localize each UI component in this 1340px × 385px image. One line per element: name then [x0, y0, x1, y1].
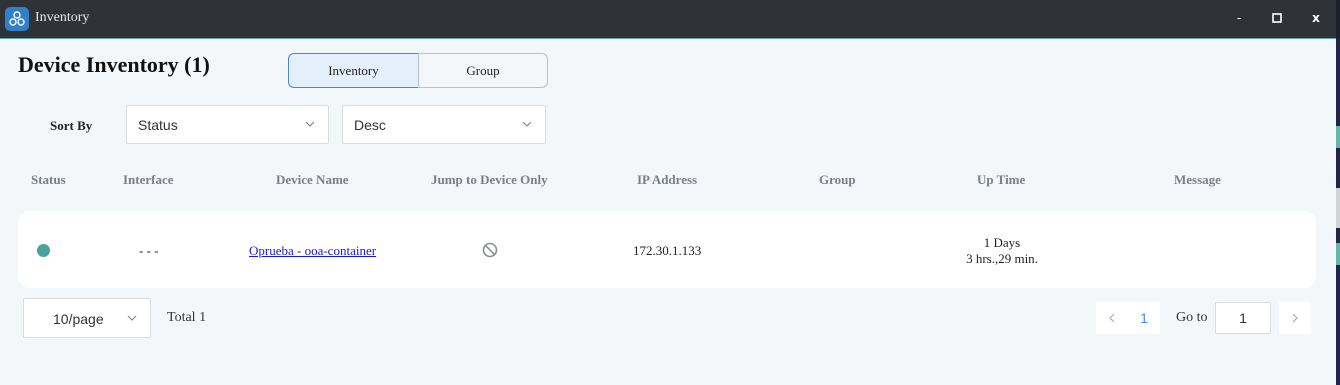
interface-cell: - - - [139, 243, 159, 258]
page-number-1[interactable]: 1 [1128, 302, 1160, 334]
column-header-device-name[interactable]: Device Name [276, 172, 349, 188]
column-header-jump-to-device[interactable]: Jump to Device Only [431, 172, 548, 188]
page-size-select[interactable]: 10/page [23, 298, 151, 338]
page-size-value: 10/page [53, 311, 104, 327]
column-header-ip-address[interactable]: IP Address [637, 172, 697, 188]
tab-inventory[interactable]: Inventory [288, 53, 419, 88]
up-time-cell: 1 Days 3 hrs.,29 min. [932, 235, 1072, 267]
app-icon [5, 7, 29, 31]
chevron-down-icon [522, 121, 532, 127]
sort-field-select[interactable]: Status [126, 105, 329, 144]
tab-group[interactable]: Group [418, 53, 548, 88]
chevron-right-icon [1292, 313, 1298, 323]
column-header-up-time[interactable]: Up Time [977, 172, 1025, 188]
chevron-left-icon [1109, 313, 1115, 323]
prev-page-button[interactable] [1096, 302, 1128, 334]
maximize-button[interactable] [1265, 8, 1289, 28]
column-header-status[interactable]: Status [31, 172, 66, 188]
up-time-days: 1 Days [983, 235, 1021, 250]
title-bar: Inventory - x [0, 0, 1336, 39]
inventory-window: Inventory - x Device Inventory (1) Inven… [0, 0, 1336, 385]
minimize-button[interactable]: - [1227, 8, 1251, 28]
goto-label: Go to [1176, 310, 1208, 325]
chevron-down-icon [127, 315, 137, 321]
sort-order-value: Desc [354, 117, 386, 133]
total-count: Total 1 [167, 310, 207, 325]
chevron-down-icon [305, 121, 315, 127]
goto-page-input[interactable]: 1 [1215, 302, 1271, 334]
column-header-interface[interactable]: Interface [123, 172, 174, 188]
next-page-button[interactable] [1279, 302, 1311, 334]
page-title: Device Inventory (1) [18, 52, 210, 77]
close-button[interactable]: x [1304, 8, 1328, 28]
sort-order-select[interactable]: Desc [342, 105, 546, 144]
column-header-message[interactable]: Message [1174, 172, 1221, 188]
ban-icon[interactable] [482, 242, 498, 258]
desktop-background [1336, 38, 1340, 385]
up-time-hours: 3 hrs.,29 min. [966, 251, 1038, 266]
window-title: Inventory [35, 10, 90, 25]
column-header-group[interactable]: Group [819, 172, 856, 188]
sort-field-value: Status [138, 117, 178, 133]
ip-address-cell: 172.30.1.133 [633, 243, 702, 258]
status-online-indicator [37, 244, 50, 257]
device-name-link[interactable]: Oprueba - ooa-container [249, 243, 376, 259]
sort-by-label: Sort By [50, 118, 93, 133]
